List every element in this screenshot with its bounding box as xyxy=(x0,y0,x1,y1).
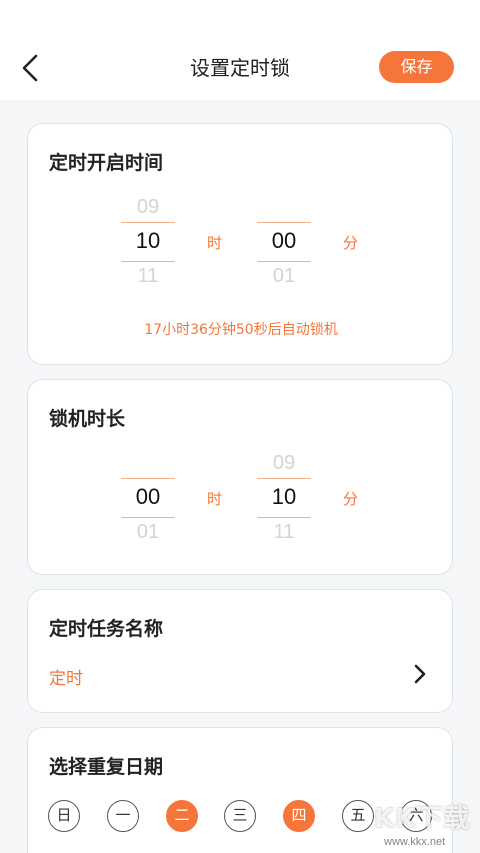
auto-lock-countdown: 17小时36分钟50秒后自动锁机 xyxy=(144,322,338,338)
day-thursday[interactable]: 四 xyxy=(283,800,315,832)
picker-divider xyxy=(257,517,311,518)
day-wednesday[interactable]: 三 xyxy=(224,800,256,832)
start-hour-value: 10 xyxy=(135,228,161,253)
start-minute-value: 00 xyxy=(271,228,297,253)
start-minute-next: 01 xyxy=(272,265,296,287)
duration-hour-next: 01 xyxy=(136,521,160,543)
duration-hour-value: 00 xyxy=(135,484,161,509)
start-hour-prev: 09 xyxy=(136,196,160,218)
duration-minute-next: 11 xyxy=(273,521,295,543)
watermark: KK下载 www.kkx.net xyxy=(362,796,480,853)
day-tuesday[interactable]: 二 xyxy=(166,800,198,832)
duration-minute-prev: 09 xyxy=(272,452,296,474)
picker-divider xyxy=(257,222,311,223)
duration-minute-value: 10 xyxy=(271,484,297,509)
day-monday[interactable]: 一 xyxy=(107,800,139,832)
picker-divider xyxy=(257,261,311,262)
task-name-card[interactable]: 定时任务名称 定时 xyxy=(27,589,453,713)
start-hour-next: 11 xyxy=(137,265,159,287)
task-name-value: 定时 xyxy=(49,669,83,689)
watermark-url: www.kkx.net xyxy=(384,836,446,848)
task-name-title: 定时任务名称 xyxy=(49,618,164,640)
chevron-right-icon[interactable] xyxy=(412,662,428,686)
start-minute-picker[interactable]: 00 01 xyxy=(257,194,311,294)
app-header: 设置定时锁 保存 xyxy=(0,0,480,100)
picker-divider xyxy=(121,478,175,479)
day-sunday[interactable]: 日 xyxy=(48,800,80,832)
minute-unit-label: 分 xyxy=(343,490,359,508)
repeat-days-title: 选择重复日期 xyxy=(49,756,164,778)
picker-divider xyxy=(121,517,175,518)
duration-hour-picker[interactable]: 00 01 xyxy=(121,450,175,550)
lock-duration-card: 锁机时长 00 01 时 09 10 11 分 xyxy=(27,379,453,575)
lock-duration-title: 锁机时长 xyxy=(49,408,126,430)
picker-divider xyxy=(121,261,175,262)
save-button[interactable]: 保存 xyxy=(379,51,454,83)
duration-minute-picker[interactable]: 09 10 11 xyxy=(257,450,311,550)
hour-unit-label: 时 xyxy=(207,490,223,508)
hour-unit-label: 时 xyxy=(207,234,223,252)
start-hour-picker[interactable]: 09 10 11 xyxy=(121,194,175,294)
start-time-title: 定时开启时间 xyxy=(49,152,164,174)
minute-unit-label: 分 xyxy=(343,234,359,252)
watermark-text: KK下载 xyxy=(374,804,471,834)
start-time-card: 定时开启时间 09 10 11 时 00 01 分 17小时36分钟50秒后自动… xyxy=(27,123,453,365)
picker-divider xyxy=(257,478,311,479)
picker-divider xyxy=(121,222,175,223)
